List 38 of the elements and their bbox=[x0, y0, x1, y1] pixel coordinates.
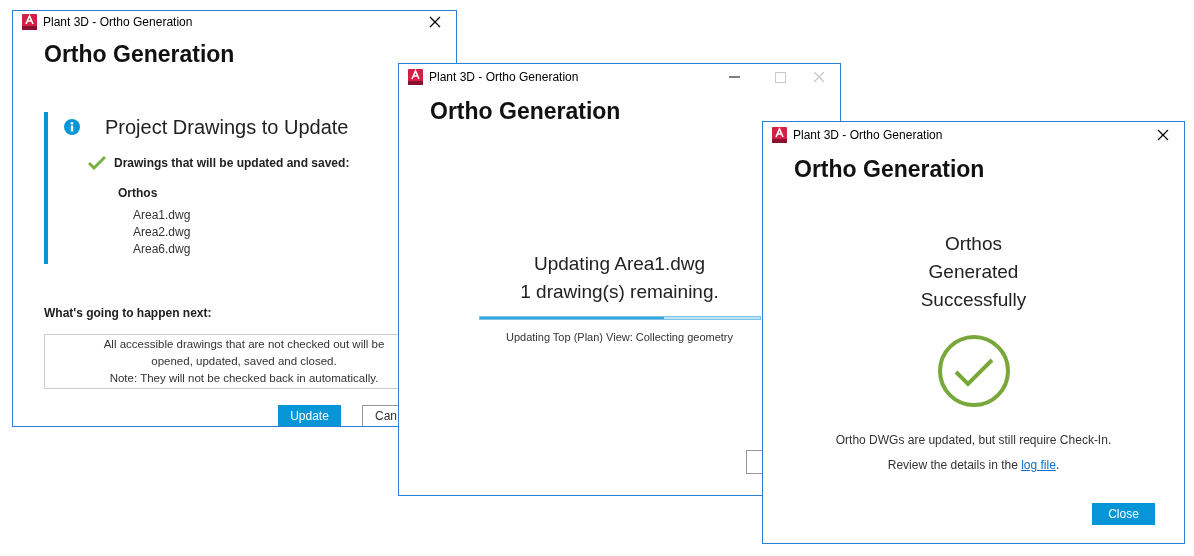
file-name: Area1.dwg bbox=[133, 206, 192, 224]
check-icon bbox=[88, 155, 106, 170]
dialog-heading: Ortho Generation bbox=[430, 97, 622, 126]
review-text: Review the details in the log file. bbox=[887, 456, 1060, 474]
file-name: Area2.dwg bbox=[133, 223, 192, 241]
section-title: Project Drawings to Update bbox=[105, 114, 349, 140]
info-text: All accessible drawings that are not checked out will be bbox=[103, 336, 385, 352]
status-text: 1 drawing(s) remaining. bbox=[520, 279, 719, 304]
group-label: Orthos bbox=[118, 184, 159, 202]
file-name: Area6.dwg bbox=[133, 240, 192, 258]
app-logo-icon bbox=[22, 14, 37, 30]
minimize-icon bbox=[728, 76, 740, 78]
list-heading: Drawings that will be updated and saved: bbox=[114, 154, 350, 172]
result-text: Successfully bbox=[920, 287, 1027, 312]
close-icon bbox=[813, 71, 825, 83]
next-label: What's going to happen next: bbox=[44, 304, 213, 322]
success-check-icon bbox=[936, 333, 1011, 408]
close-icon bbox=[1157, 129, 1169, 141]
window-title: Plant 3D - Ortho Generation bbox=[43, 14, 193, 31]
info-text: Note: They will not be checked back in automatically. bbox=[109, 370, 379, 386]
window-title: Plant 3D - Ortho Generation bbox=[429, 69, 579, 86]
window-title: Plant 3D - Ortho Generation bbox=[793, 127, 943, 144]
primary-button[interactable]: Update bbox=[278, 404, 341, 426]
maximize-icon bbox=[774, 71, 786, 83]
progress-detail: Updating Top (Plan) View: Collecting geometry bbox=[505, 329, 733, 345]
info-text: opened, updated, saved and closed. bbox=[151, 353, 337, 369]
result-text: Orthos bbox=[944, 231, 1002, 256]
dialog-heading: Ortho Generation bbox=[44, 40, 236, 69]
log-file-link[interactable]: log file bbox=[1021, 457, 1056, 472]
message-text: Ortho DWGs are updated, but still require Check-In. bbox=[835, 431, 1112, 449]
close-icon bbox=[429, 16, 441, 28]
dialog-heading: Ortho Generation bbox=[794, 155, 986, 184]
app-logo-icon bbox=[408, 69, 423, 85]
result-text: Generated bbox=[928, 259, 1019, 284]
info-icon bbox=[64, 118, 80, 135]
app-logo-icon bbox=[772, 127, 787, 143]
primary-button[interactable]: Close bbox=[1092, 502, 1155, 525]
status-text: Updating Area1.dwg bbox=[533, 251, 706, 276]
